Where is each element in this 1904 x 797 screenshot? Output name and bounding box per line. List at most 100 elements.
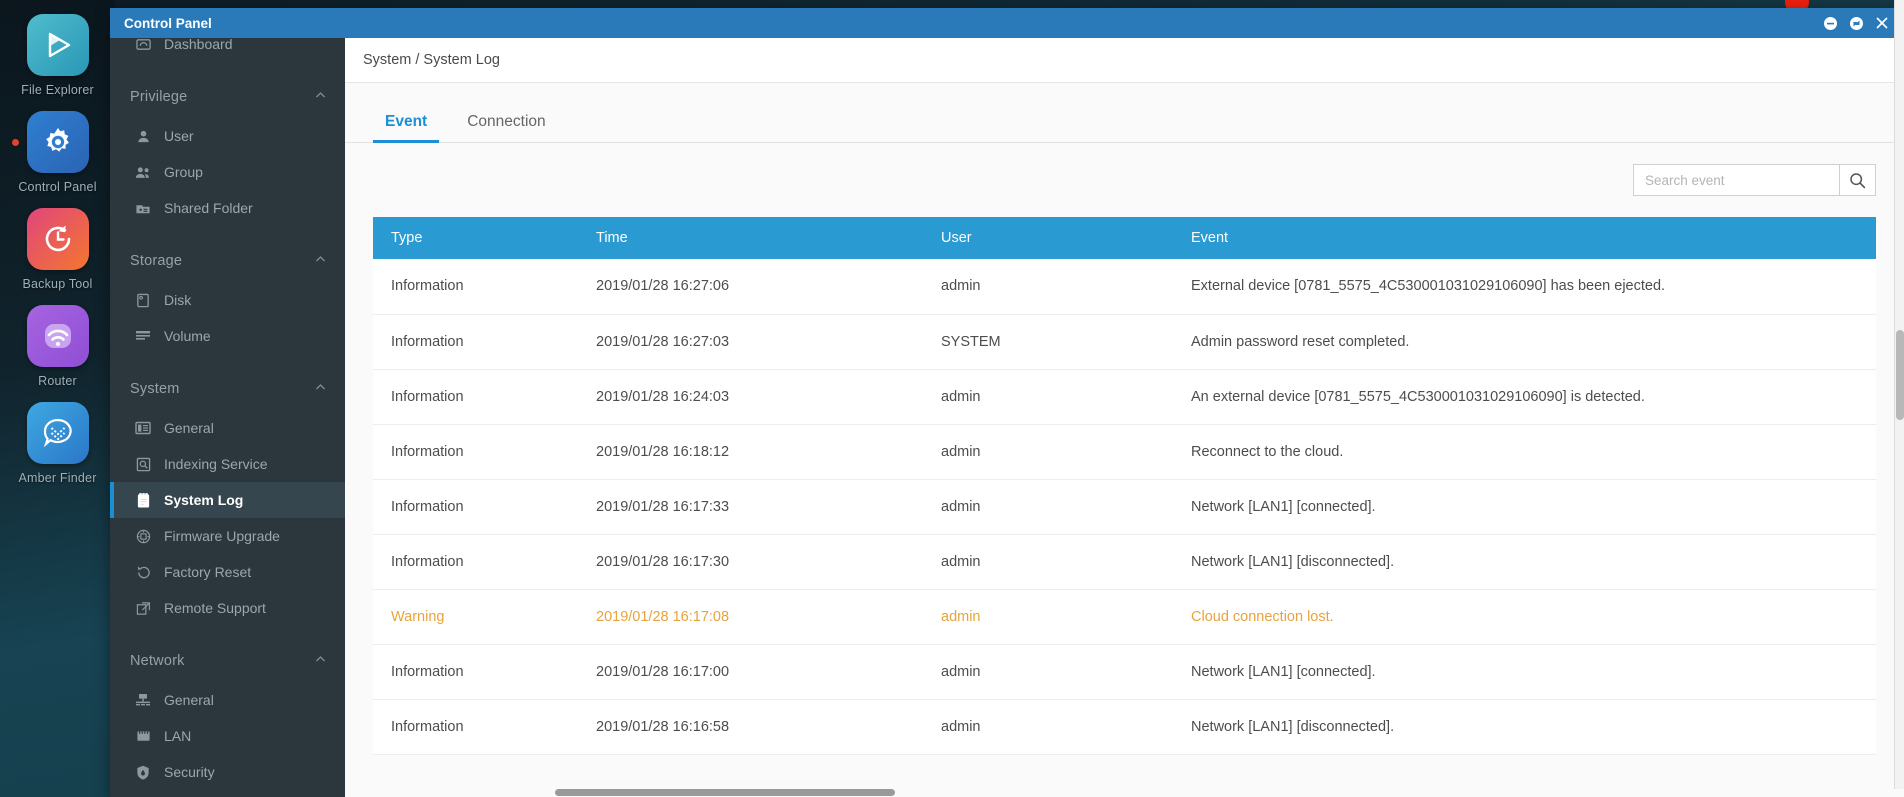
- network-general-icon: [132, 693, 154, 707]
- folder-icon: [132, 201, 154, 216]
- sidebar-item-label: Firmware Upgrade: [164, 528, 280, 544]
- event-log-table: Type Time User Event Information 2019/01/…: [373, 217, 1876, 755]
- sidebar-item-factory-reset[interactable]: Factory Reset: [110, 554, 345, 590]
- window-title: Control Panel: [124, 15, 212, 31]
- table-row[interactable]: Information 2019/01/28 16:18:12 admin Recon…: [373, 424, 1876, 480]
- firmware-icon: [132, 529, 154, 544]
- close-icon[interactable]: [1874, 15, 1890, 31]
- log-user: admin: [923, 534, 1173, 590]
- dock-item-control-panel[interactable]: Control Panel: [0, 97, 115, 194]
- dock-label: Amber Finder: [18, 471, 97, 485]
- sidebar-item-disk[interactable]: Disk: [110, 282, 345, 318]
- table-row[interactable]: Information 2019/01/28 16:17:00 admin Netwo…: [373, 644, 1876, 700]
- toolbar: [345, 143, 1904, 217]
- column-header-type[interactable]: Type: [373, 217, 578, 259]
- log-user: SYSTEM: [923, 314, 1173, 370]
- log-event: Cloud connection lost.: [1173, 589, 1876, 645]
- log-type: Information: [373, 259, 578, 315]
- sidebar-item-indexing-service[interactable]: Indexing Service: [110, 446, 345, 482]
- log-event: Network [LAN1] [disconnected].: [1173, 699, 1876, 755]
- log-type: Information: [373, 369, 578, 425]
- sidebar-group-network[interactable]: Network: [110, 640, 345, 682]
- sidebar-item-volume[interactable]: Volume: [110, 318, 345, 354]
- sidebar-item-firmware-upgrade[interactable]: Firmware Upgrade: [110, 518, 345, 554]
- column-header-user[interactable]: User: [923, 217, 1173, 259]
- chevron-up-icon: [314, 653, 327, 670]
- log-user: admin: [923, 259, 1173, 315]
- log-event: Reconnect to the cloud.: [1173, 424, 1876, 480]
- log-time: 2019/01/28 16:16:58: [578, 699, 923, 755]
- indexing-icon: [132, 457, 154, 472]
- gear-icon: [26, 111, 89, 173]
- sidebar-item-dashboard[interactable]: Dashboard: [110, 38, 345, 62]
- search-icon[interactable]: [1839, 165, 1875, 195]
- table-row[interactable]: Information 2019/01/28 16:27:03 SYSTEM Admi…: [373, 314, 1876, 370]
- table-row[interactable]: Warning 2019/01/28 16:17:08 admin Cloud con…: [373, 589, 1876, 645]
- maximize-icon[interactable]: [1848, 15, 1864, 31]
- sidebar-group-system[interactable]: System: [110, 368, 345, 410]
- disk-icon: [132, 293, 154, 308]
- search-box: [1633, 164, 1876, 196]
- tab-event[interactable]: Event: [373, 113, 440, 143]
- sidebar-item-label: User: [164, 128, 194, 144]
- sidebar-group-label: Privilege: [130, 89, 188, 105]
- vertical-scrollbar-thumb[interactable]: [1896, 330, 1904, 420]
- horizontal-scrollbar[interactable]: [555, 788, 1904, 797]
- minimize-icon[interactable]: [1822, 15, 1838, 31]
- log-event: Network [LAN1] [connected].: [1173, 479, 1876, 535]
- sidebar-item-label: Group: [164, 164, 203, 180]
- dock-item-amber-finder[interactable]: Amber Finder: [0, 388, 115, 485]
- sidebar-item-system-log[interactable]: System Log: [110, 482, 345, 518]
- log-user: admin: [923, 479, 1173, 535]
- log-type: Information: [373, 534, 578, 590]
- sidebar-item-shared-folder[interactable]: Shared Folder: [110, 190, 345, 226]
- chat-bubble-icon: [26, 402, 89, 464]
- play-triangle-icon: [26, 14, 89, 76]
- sidebar-item-group[interactable]: Group: [110, 154, 345, 190]
- sidebar-item-label: Dashboard: [164, 38, 233, 52]
- sidebar-item-user[interactable]: User: [110, 118, 345, 154]
- lan-icon: [132, 729, 154, 743]
- horizontal-scrollbar-thumb[interactable]: [555, 789, 895, 796]
- log-type: Information: [373, 699, 578, 755]
- sidebar-group-storage[interactable]: Storage: [110, 240, 345, 282]
- sidebar-group-privilege[interactable]: Privilege: [110, 76, 345, 118]
- tab-connection[interactable]: Connection: [455, 113, 557, 142]
- log-time: 2019/01/28 16:27:06: [578, 259, 923, 315]
- dock-item-file-explorer[interactable]: File Explorer: [0, 0, 115, 97]
- column-header-event[interactable]: Event: [1173, 217, 1876, 259]
- sidebar-item-general-system[interactable]: General: [110, 410, 345, 446]
- event-table-container: Type Time User Event Information 2019/01/…: [345, 217, 1904, 797]
- table-row[interactable]: Information 2019/01/28 16:17:33 admin Netwo…: [373, 479, 1876, 535]
- log-type: Information: [373, 424, 578, 480]
- running-indicator-dot: [12, 139, 19, 146]
- breadcrumb: System / System Log: [345, 38, 1904, 83]
- wifi-icon: [26, 305, 89, 367]
- column-header-time[interactable]: Time: [578, 217, 923, 259]
- dock-item-router[interactable]: Router: [0, 291, 115, 388]
- sidebar-item-security[interactable]: Security: [110, 754, 345, 790]
- window-controls: [1822, 15, 1898, 31]
- sidebar-item-general-network[interactable]: General: [110, 682, 345, 718]
- log-time: 2019/01/28 16:27:03: [578, 314, 923, 370]
- sidebar-item-label: Indexing Service: [164, 456, 268, 472]
- table-row[interactable]: Information 2019/01/28 16:24:03 admin An ex…: [373, 369, 1876, 425]
- vertical-scrollbar[interactable]: [1894, 0, 1904, 789]
- log-user: admin: [923, 369, 1173, 425]
- search-input[interactable]: [1634, 165, 1839, 195]
- log-time: 2019/01/28 16:17:00: [578, 644, 923, 700]
- sidebar-item-label: General: [164, 420, 214, 436]
- dock-item-backup-tool[interactable]: Backup Tool: [0, 194, 115, 291]
- table-row[interactable]: Information 2019/01/28 16:17:30 admin Netwo…: [373, 534, 1876, 590]
- log-icon: [132, 492, 154, 508]
- table-row[interactable]: Information 2019/01/28 16:27:06 admin Exter…: [373, 259, 1876, 315]
- sidebar-item-remote-support[interactable]: Remote Support: [110, 590, 345, 626]
- sidebar-item-lan[interactable]: LAN: [110, 718, 345, 754]
- control-panel-window: Control Panel Dashboard Privilege User G…: [110, 8, 1904, 797]
- sidebar-item-label: Remote Support: [164, 600, 266, 616]
- table-row[interactable]: Information 2019/01/28 16:16:58 admin Netwo…: [373, 699, 1876, 755]
- log-type: Information: [373, 314, 578, 370]
- window-titlebar[interactable]: Control Panel: [110, 8, 1904, 38]
- chevron-up-icon: [314, 381, 327, 398]
- dock-label: Router: [38, 374, 77, 388]
